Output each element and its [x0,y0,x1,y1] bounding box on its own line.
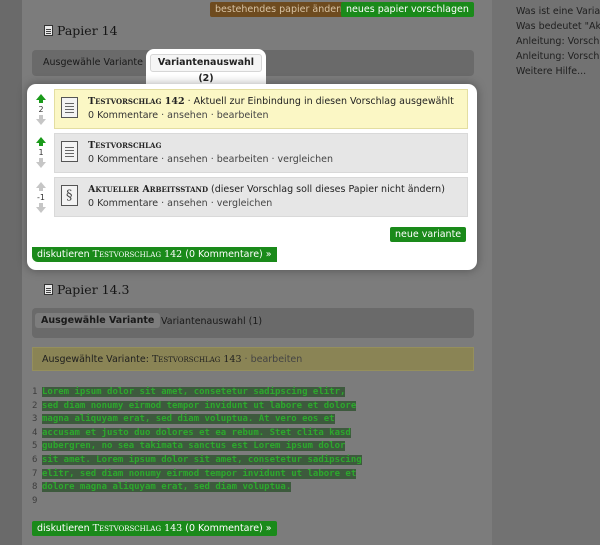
tab-variant-selection[interactable]: Variantenauswahl (2) [150,54,262,84]
selected-variant-bar: Ausgewählte Variante: Testvorschlag 143 … [32,347,474,371]
text-line: gubergren, no sea takimata sanctus est L… [42,441,346,452]
text-line: magna aliquyam erat, sed diam voluptua. … [42,414,335,425]
text-line: dolore magna aliquyam erat, sed diam vol… [42,482,292,493]
upvote-icon[interactable] [36,137,46,146]
paragraph-icon: § [61,185,78,206]
variant-row: Testvorschlag 0 Kommentare · ansehen · b… [54,133,468,173]
comments-count[interactable]: 0 Kommentare [88,198,158,209]
variant-row: Testvorschlag 142 · Aktuell zur Einbindu… [54,89,468,129]
discuss-button[interactable]: diskutieren Testvorschlag 143 (0 Komment… [32,521,277,536]
vote-count: 1 [38,148,44,157]
variant-links[interactable]: · ansehen · bearbeiten [158,110,268,121]
vote-count: 2 [38,105,44,114]
text-line: sit amet. Lorem ipsum dolor sit amet, co… [42,454,362,465]
vote-count: -1 [37,193,45,202]
downvote-icon[interactable] [36,115,46,125]
change-paper-button[interactable]: bestehendes papier ändern [210,2,351,17]
help-link[interactable]: Anleitung: Vorschlag erstellen [516,34,600,49]
tab-variant-selection[interactable]: Variantenauswahl (1) [161,316,262,327]
variant-row: § Aktueller Arbeitsstand (dieser Vorschl… [54,177,468,217]
left-rail [0,0,22,545]
upvote-icon[interactable] [36,94,46,103]
help-link[interactable]: Was ist eine Variante? [516,4,600,19]
downvote-icon[interactable] [36,203,46,213]
vote-widget: -1 [33,182,49,213]
paper-text: 1 Lorem ipsum dolor sit amet, consetetur … [32,387,362,506]
text-line: sed diam nonumy eirmod tempor invidunt u… [42,400,357,411]
variant-links[interactable]: · ansehen · bearbeiten · vergleichen [158,154,333,165]
downvote-icon[interactable] [36,158,46,168]
document-icon [44,25,53,36]
vote-widget: 2 [33,94,49,125]
help-sidebar: Was ist eine Variante? Was bedeutet "Akt… [492,0,600,545]
document-icon [61,141,78,162]
comments-count[interactable]: 0 Kommentare [88,154,158,165]
help-link[interactable]: Weitere Hilfe... [516,64,600,79]
upvote-icon[interactable] [36,182,46,191]
paper-title: Papier 14.3 [44,282,129,297]
variant-description: · Aktuell zur Einbindung in diesen Vorsc… [184,96,454,107]
variant-title[interactable]: Testvorschlag 143 [152,354,242,365]
variant-links[interactable]: · ansehen · vergleichen [158,198,272,209]
help-link[interactable]: Anleitung: Vorschlag bearbeiten [516,49,600,64]
discuss-button[interactable]: diskutieren Testvorschlag 142 (0 Komment… [32,247,277,262]
variant-description: (dieser Vorschlag soll dieses Papier nic… [208,184,445,195]
variant-title[interactable]: Testvorschlag 142 [88,96,185,107]
paper-title: Papier 14 [44,23,118,38]
propose-paper-button[interactable]: neues papier vorschlagen [341,2,474,17]
comments-count[interactable]: 0 Kommentare [88,110,158,121]
help-link[interactable]: Was bedeutet "Aktueller Arbeitsstand"? [516,19,600,34]
document-icon [61,97,78,118]
tab-selected-variant[interactable]: Ausgewähle Variante [43,57,143,68]
text-line: accusam et justo duo dolores et ea rebum… [42,427,351,438]
document-icon [44,284,53,295]
variant-title[interactable]: Testvorschlag [88,140,161,151]
text-line: elitr, sed diam nonumy eirmod tempor inv… [42,468,357,479]
edit-link[interactable]: · bearbeiten [242,354,303,365]
tab-selected-variant[interactable]: Ausgewähle Variante [35,313,161,328]
variant-title[interactable]: Aktueller Arbeitsstand [88,184,208,195]
new-variant-button[interactable]: neue variante [390,227,467,242]
text-line: Lorem ipsum dolor sit amet, consetetur s… [42,387,346,397]
vote-widget: 1 [33,137,49,168]
